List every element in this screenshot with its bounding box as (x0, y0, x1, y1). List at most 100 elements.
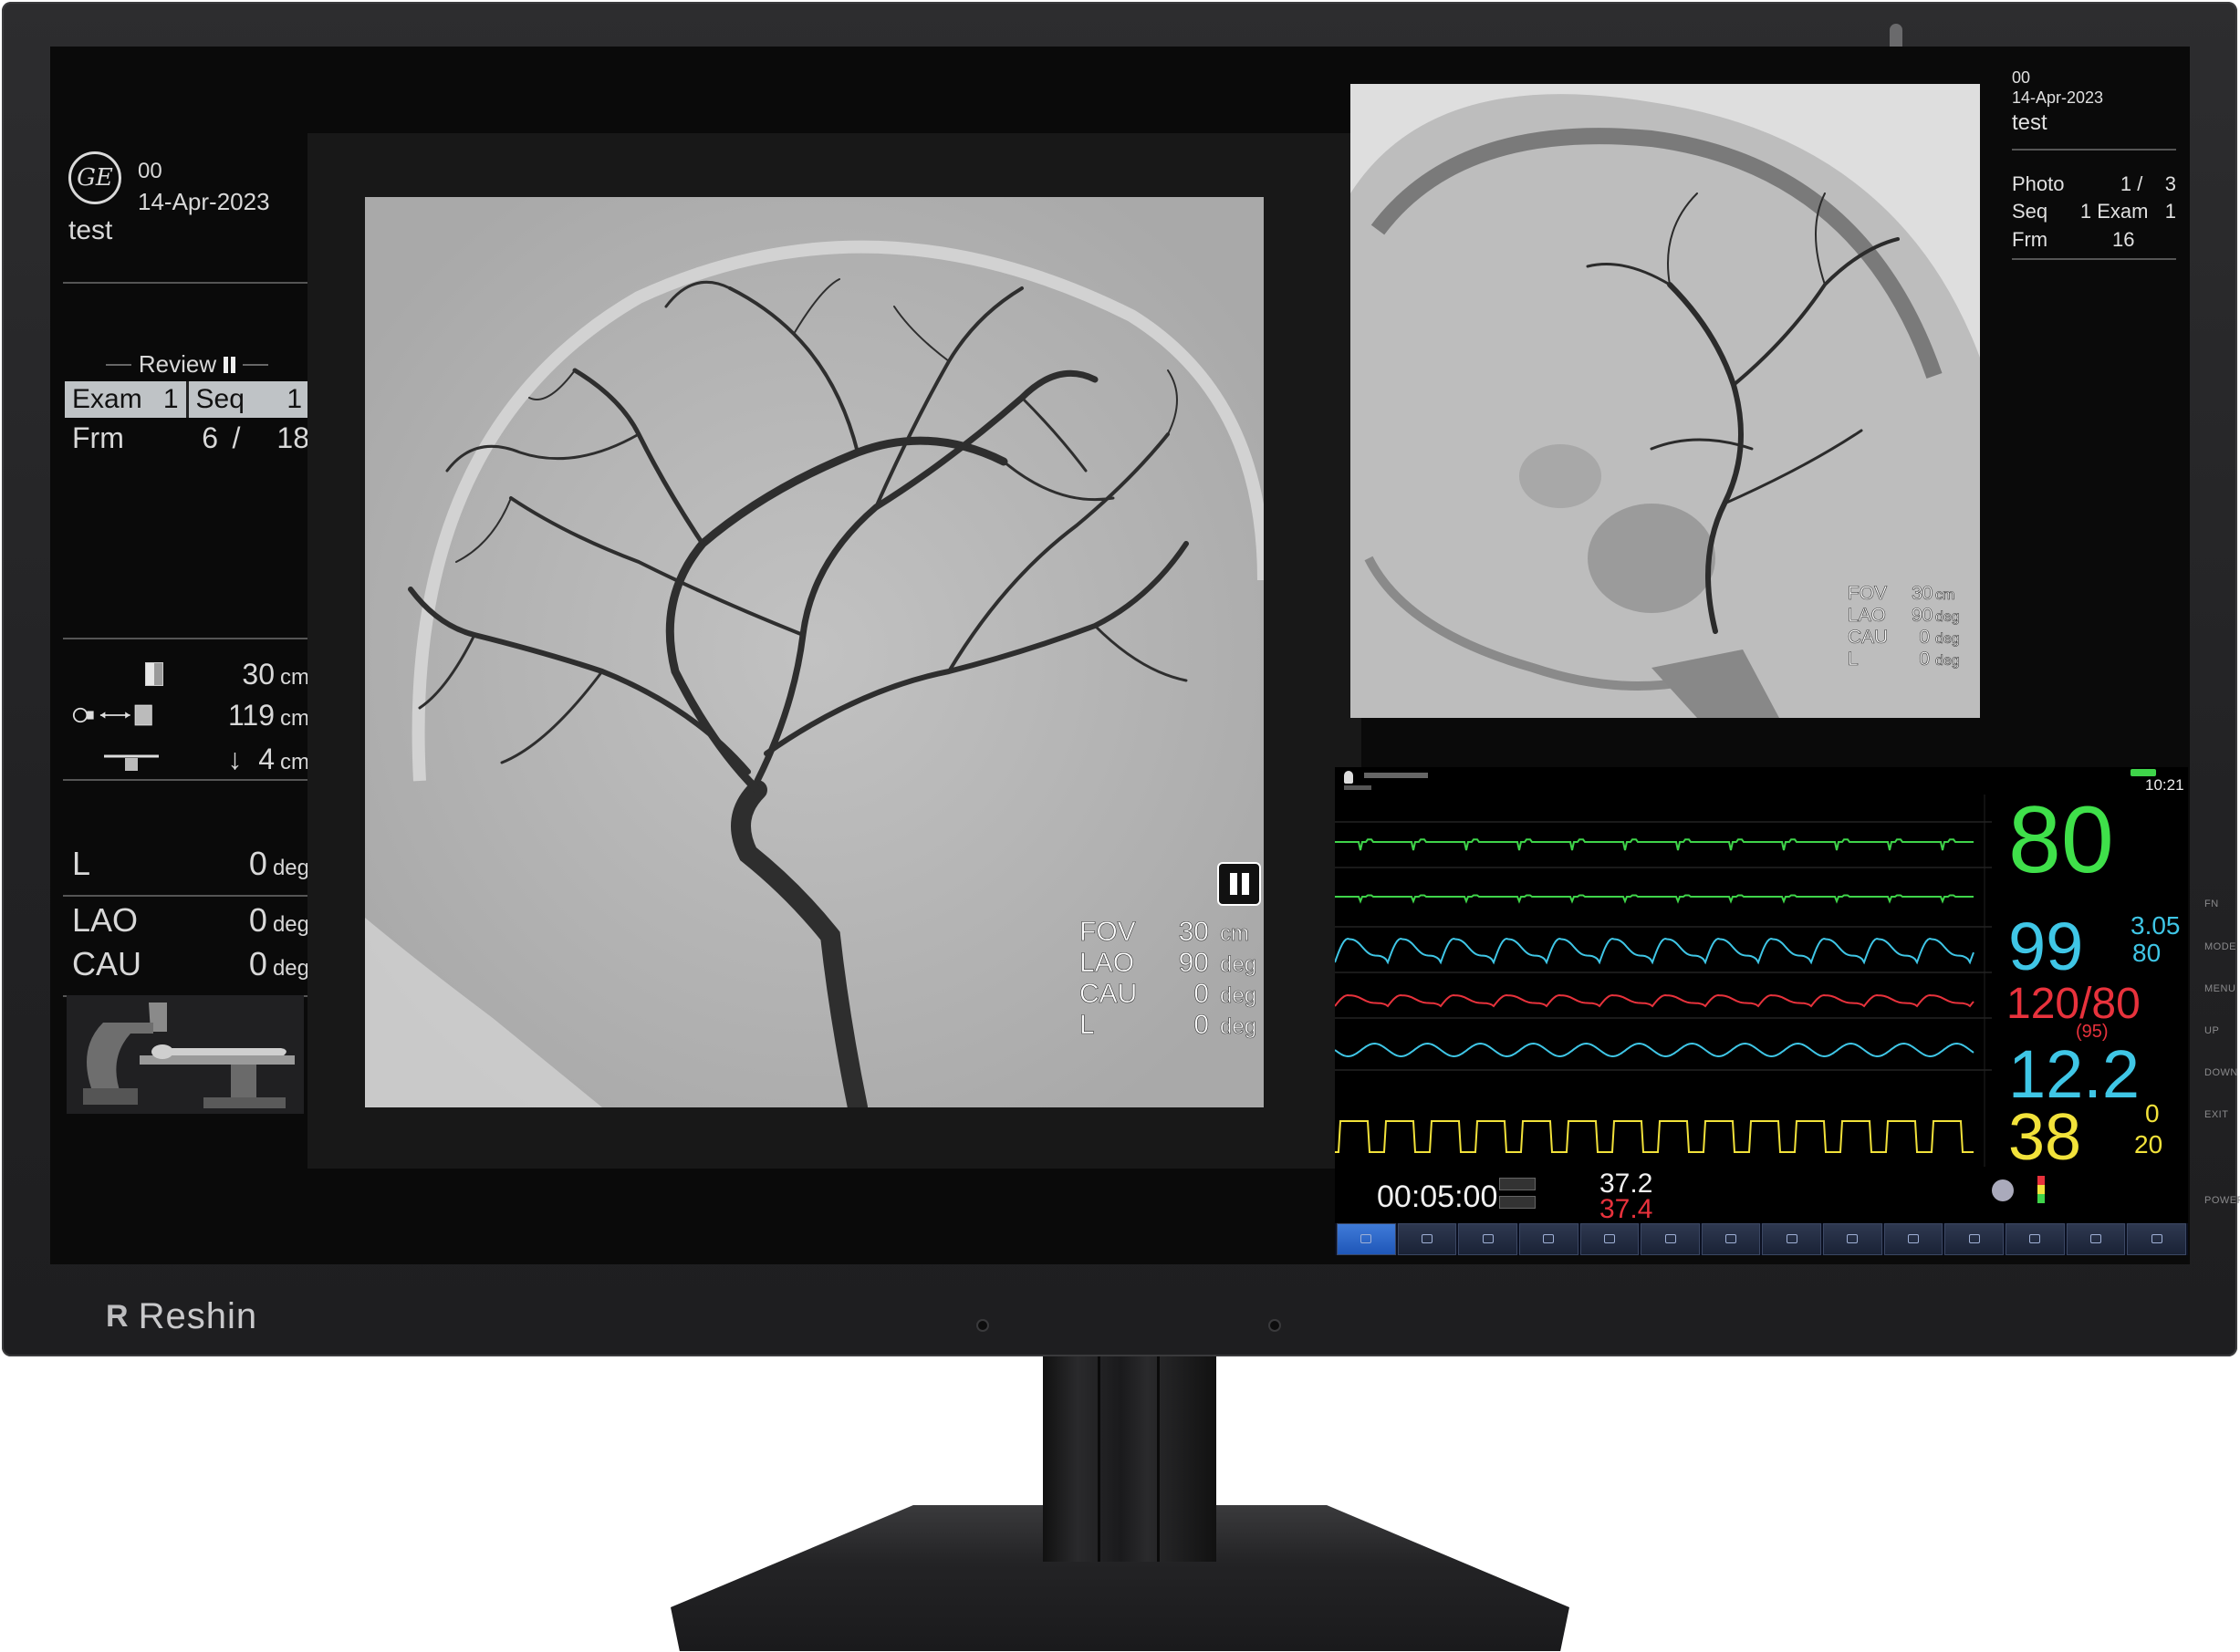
reference-skull-image[interactable]: FOV 30 cm LAO 90 deg CAU 0 deg L 0 deg (1350, 84, 1980, 718)
pm-function-button[interactable] (2066, 1223, 2126, 1255)
function-icon (2151, 1233, 2162, 1243)
angle-cau: CAU 0 deg (72, 945, 309, 983)
overlay-value: 30 (1912, 583, 1933, 604)
overlay-label: CAU (1079, 979, 1138, 1009)
function-icon (1725, 1233, 1737, 1243)
arterial-pressure-wave (1335, 993, 1974, 1008)
pm-function-button[interactable] (1641, 1223, 1700, 1255)
function-icon (2090, 1233, 2101, 1243)
spo2-pleth-wave (1335, 937, 1974, 965)
side-button-exit[interactable]: EXIT (2204, 1109, 2228, 1120)
side-button-menu[interactable]: MENU (2204, 983, 2235, 994)
pm-function-button[interactable] (1823, 1223, 1882, 1255)
frm-label: Frm (2012, 228, 2048, 251)
overlay-label: LAO (1079, 948, 1135, 978)
side-button-power[interactable]: POWER (2204, 1195, 2240, 1206)
angle-value: 0 (248, 845, 267, 882)
pm-function-button[interactable] (1762, 1223, 1822, 1255)
spo2-value: 99 (2008, 909, 2084, 984)
table-height-arrow: ↓ (227, 742, 243, 775)
brand-logo: R Reshin (106, 1294, 257, 1339)
help-icon[interactable] (1992, 1179, 2014, 1201)
overlay-label: FOV (1079, 917, 1136, 947)
photo-label: Photo (2012, 172, 2065, 195)
pm-function-button[interactable] (1518, 1223, 1578, 1255)
cvp-value: 12.2 (2008, 1036, 2141, 1112)
pm-function-button[interactable] (1397, 1223, 1457, 1255)
overlay-unit: cm (1935, 587, 1955, 604)
ref-photo-row: Photo 1 / 3 (2012, 172, 2176, 196)
pm-info-strip: 00:05:00 37.2 37.4 (1335, 1167, 2188, 1224)
table-height-unit: cm (280, 749, 309, 774)
sid-unit: cm (280, 705, 309, 731)
exam-seq-selector[interactable]: Exam 1 Seq 1 (65, 381, 309, 418)
pm-function-button[interactable] (2006, 1223, 2065, 1255)
ref-seq-row: Seq 1 Exam 1 (2012, 200, 2176, 223)
pm-function-button[interactable] (1579, 1223, 1640, 1255)
exam-info-panel: GE 00 14-Apr-2023 test Review Exam 1 Seq 1… (56, 133, 309, 1169)
frm-label: Frm (72, 421, 124, 454)
side-button-down[interactable]: DOWN (2204, 1067, 2238, 1078)
monitor-stand (1043, 1356, 1216, 1562)
angle-unit: deg (272, 956, 309, 981)
overlay-unit: deg (1220, 983, 1257, 1009)
patient-id: 00 (138, 159, 162, 183)
angle-value: 0 (248, 945, 267, 982)
side-button-fn[interactable]: FN (2204, 899, 2219, 909)
ref-frm-row: Frm 16 (2012, 228, 2176, 252)
exam-date: 14-Apr-2023 (138, 188, 270, 215)
ref-patient-name: test (2012, 110, 2047, 135)
temp2-value: 37.4 (1599, 1194, 1653, 1224)
overlay-unit: deg (1935, 631, 1960, 648)
pm-function-button[interactable] (1883, 1223, 1943, 1255)
function-icon (1360, 1233, 1372, 1243)
overlay-label: L (1848, 649, 1859, 670)
pm-function-button[interactable] (1701, 1223, 1761, 1255)
fov-unit: cm (280, 664, 309, 690)
display-screen: GE 00 14-Apr-2023 test Review Exam 1 Seq 1… (50, 47, 2190, 1264)
review-status: Review (65, 350, 309, 379)
timer-start-button[interactable] (1499, 1178, 1536, 1190)
seq-label: Seq (195, 384, 245, 414)
overlay-value: 90 (1912, 605, 1933, 626)
pm-waveforms (1335, 795, 1992, 1167)
angle-lao: LAO 0 deg (72, 901, 309, 940)
pm-mode-label (1344, 785, 1371, 790)
side-button-mode[interactable]: MODE (2204, 941, 2236, 952)
function-icon (1603, 1233, 1615, 1243)
overlay-value: 30 (1178, 917, 1209, 947)
pm-function-button[interactable] (2127, 1223, 2186, 1255)
detector-icon (72, 662, 172, 686)
pm-function-button[interactable] (1944, 1223, 2005, 1255)
pm-patient-label (1364, 773, 1428, 778)
overlay-unit: deg (1220, 952, 1257, 978)
resp-bottom-value: 20 (2134, 1130, 2163, 1158)
angle-label: CAU (72, 945, 142, 982)
ecg-lead-2-wave (1335, 894, 1974, 904)
frm-separator: / (232, 421, 241, 454)
function-icon (1664, 1233, 1676, 1243)
function-icon (1847, 1233, 1859, 1243)
exam-label: Exam (72, 384, 142, 414)
function-icon (1786, 1233, 1797, 1243)
signal-quality-icon (2037, 1176, 2045, 1203)
fov-value: 30 (242, 657, 275, 691)
pm-function-button[interactable] (1458, 1223, 1517, 1255)
frm-value: 16 (2112, 228, 2135, 251)
overlay-label: FOV (1848, 583, 1888, 604)
timer-reset-button[interactable] (1499, 1196, 1536, 1209)
overlay-unit: deg (1935, 609, 1960, 626)
patient-monitor[interactable]: 10:21 80 99 3.05 80 120/80 (95) 12.2 38 … (1335, 767, 2188, 1255)
function-icon (1968, 1233, 1980, 1243)
person-icon (1344, 771, 1353, 784)
overlay-value: 0 (1193, 979, 1209, 1009)
geometry-fov: 30 cm (72, 656, 309, 692)
battery-icon (2131, 769, 2156, 776)
pm-function-button[interactable] (1337, 1223, 1396, 1255)
overlay-unit: deg (1935, 653, 1960, 670)
playback-pause-button[interactable] (1217, 862, 1261, 906)
side-button-up[interactable]: UP (2204, 1025, 2219, 1036)
pi-top-value: 3.05 (2131, 911, 2181, 940)
sec-image-overlay: FOV 30 cm LAO 90 deg CAU 0 deg L 0 deg (1848, 583, 1960, 671)
seq-value: 1 (287, 384, 302, 414)
